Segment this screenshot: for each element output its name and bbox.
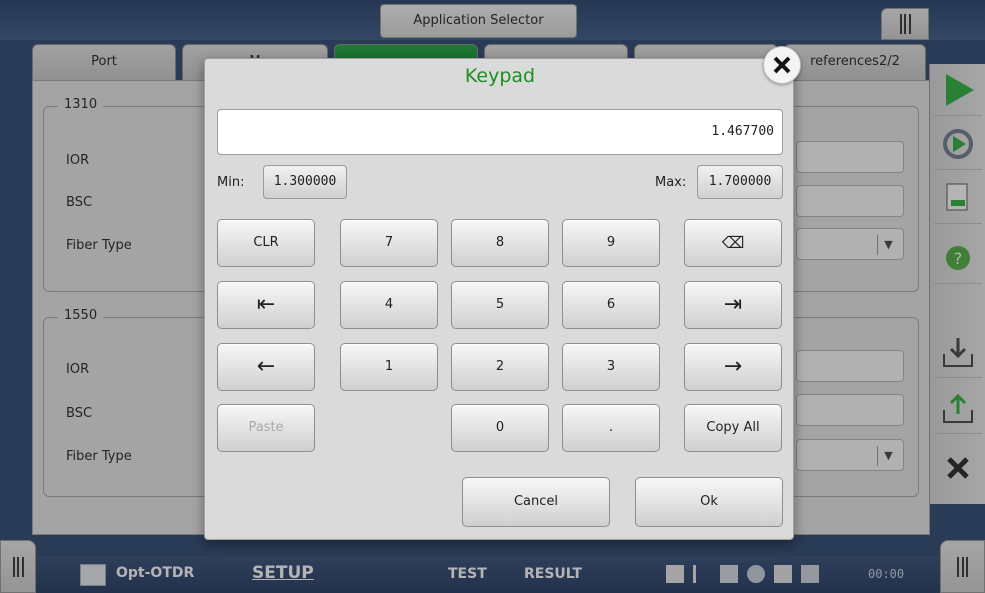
key-9[interactable]: 9: [562, 219, 660, 267]
min-label: Min:: [217, 175, 245, 190]
key-7[interactable]: 7: [340, 219, 438, 267]
key-6[interactable]: 6: [562, 281, 660, 329]
right-arrow-key[interactable]: →: [684, 343, 782, 391]
backspace-key[interactable]: ⌫: [684, 219, 782, 267]
left-arrow-key[interactable]: ←: [217, 343, 315, 391]
max-value[interactable]: 1.700000: [697, 165, 783, 199]
copy-all-key[interactable]: Copy All: [684, 404, 782, 452]
clr-key[interactable]: CLR: [217, 219, 315, 267]
keypad-close-button[interactable]: [763, 46, 801, 84]
key-8[interactable]: 8: [451, 219, 549, 267]
key-3[interactable]: 3: [562, 343, 660, 391]
key-5[interactable]: 5: [451, 281, 549, 329]
key-4[interactable]: 4: [340, 281, 438, 329]
keypad-title: Keypad: [464, 65, 536, 87]
close-icon: [773, 56, 791, 74]
keypad-value-field[interactable]: 1.467700: [217, 109, 783, 155]
end-key[interactable]: ⇥: [684, 281, 782, 329]
cancel-button[interactable]: Cancel: [462, 477, 610, 527]
keypad-dialog: Keypad 1.467700 Min: 1.300000 Max: 1.700…: [204, 58, 794, 540]
max-label: Max:: [655, 175, 687, 190]
home-key[interactable]: ⇤: [217, 281, 315, 329]
paste-key[interactable]: Paste: [217, 404, 315, 452]
decimal-key[interactable]: .: [562, 404, 660, 452]
key-2[interactable]: 2: [451, 343, 549, 391]
ok-button[interactable]: Ok: [635, 477, 783, 527]
key-1[interactable]: 1: [340, 343, 438, 391]
key-0[interactable]: 0: [451, 404, 549, 452]
min-value[interactable]: 1.300000: [263, 165, 347, 199]
